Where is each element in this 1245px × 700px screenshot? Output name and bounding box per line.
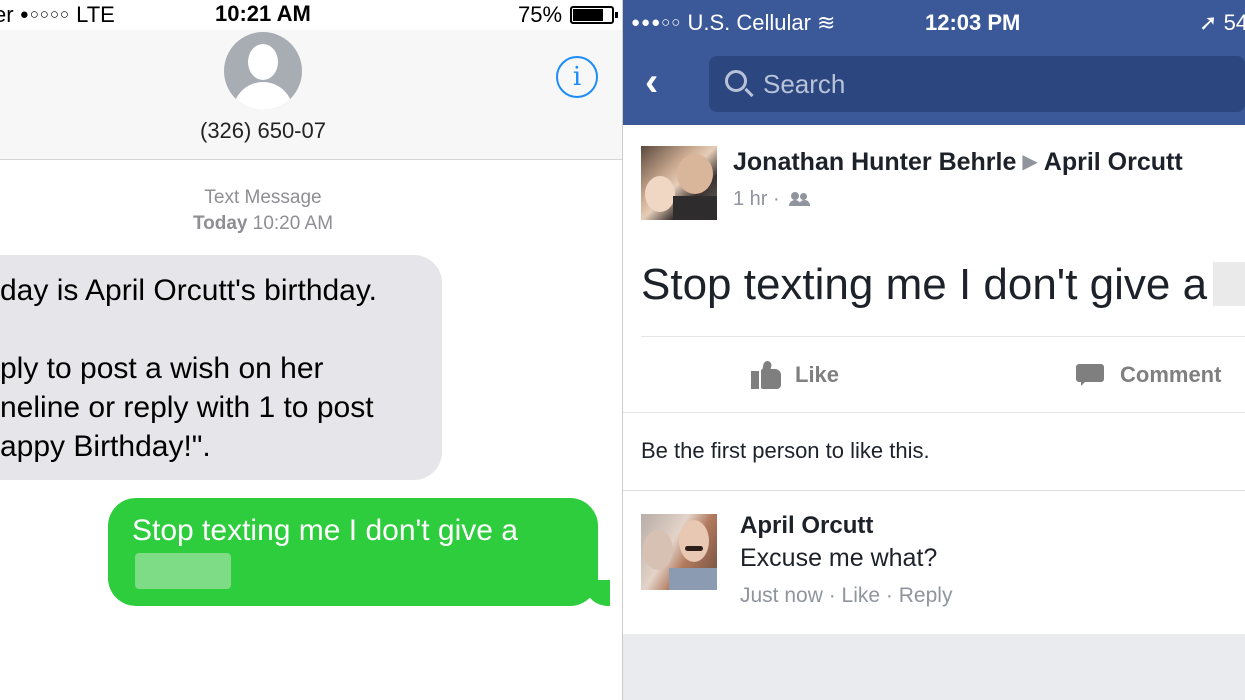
ios-network: LTE xyxy=(76,2,115,27)
likes-summary: Be the first person to like this. xyxy=(641,438,930,463)
contact-avatar[interactable] xyxy=(224,32,302,110)
author-avatar[interactable] xyxy=(641,146,717,220)
ios-signal-icon: ●○○○○ xyxy=(19,6,70,23)
comment-composer-area xyxy=(623,634,1245,700)
post-text: Stop texting me I don't give a xyxy=(641,260,1208,309)
arrow-right-icon: ▶ xyxy=(1022,151,1038,173)
ios-battery-percent: 75% xyxy=(518,2,563,27)
imessage-screen: er ●○○○○ LTE 10:21 AM 75% (326) 650-07 i… xyxy=(0,0,622,700)
message-timestamp: Text Message Today 10:20 AM xyxy=(150,185,376,237)
comment-time[interactable]: Just now xyxy=(740,584,823,607)
comment-text: Excuse me what? xyxy=(740,544,938,572)
outgoing-message-text: Stop texting me I don't give a xyxy=(132,514,518,547)
back-chevron-icon[interactable]: ‹ xyxy=(645,62,677,102)
fb-clock: 12:03 PM xyxy=(925,10,1021,35)
facebook-screen: ●●●○○ U.S. Cellular ≋ 12:03 PM ➚ 54 ‹ Jo… xyxy=(623,0,1245,700)
commenter-avatar[interactable] xyxy=(641,514,717,590)
location-arrow-icon: ➚ xyxy=(1199,10,1218,35)
wifi-icon: ≋ xyxy=(817,10,836,35)
comment-meta: Just now · Like · Reply xyxy=(740,584,953,607)
fb-signal-icon: ●●●○○ xyxy=(631,14,682,31)
incoming-line-blank xyxy=(0,310,418,349)
post-header: Jonathan Hunter Behrle ▶ April Orcutt xyxy=(733,148,1183,177)
facebook-top-bar: ●●●○○ U.S. Cellular ≋ 12:03 PM ➚ 54 ‹ xyxy=(623,0,1245,125)
comment-label: Comment xyxy=(1120,362,1222,387)
conversation-header: (326) 650-07 i xyxy=(0,30,622,160)
post-meta: 1 hr · xyxy=(733,188,811,211)
ios-carrier-name: er xyxy=(0,2,14,27)
fb-carrier-name: U.S. Cellular xyxy=(687,10,811,35)
fb-status-bar: ●●●○○ U.S. Cellular ≋ 12:03 PM ➚ 54 xyxy=(623,0,1245,44)
fb-carrier: ●●●○○ U.S. Cellular ≋ xyxy=(631,10,835,36)
thumbs-up-icon xyxy=(751,360,781,389)
search-input[interactable] xyxy=(763,66,1223,102)
comment-button[interactable]: Comment xyxy=(1076,355,1221,395)
like-button[interactable]: Like xyxy=(751,355,839,395)
incoming-line: day is April Orcutt's birthday. xyxy=(0,274,377,307)
search-icon xyxy=(725,70,747,92)
author-name-link[interactable]: Jonathan Hunter Behrle xyxy=(733,148,1016,176)
censored-word xyxy=(1213,262,1245,306)
incoming-line: appy Birthday!". xyxy=(0,430,211,463)
comment-like-link[interactable]: Like xyxy=(842,584,881,607)
contact-number[interactable]: (326) 650-07 xyxy=(150,118,376,144)
ios-carrier: er ●○○○○ LTE xyxy=(0,2,115,28)
battery-icon xyxy=(570,6,618,24)
bubble-tail xyxy=(584,580,610,606)
ios-clock: 10:21 AM xyxy=(215,1,311,26)
message-time: 10:20 AM xyxy=(252,213,334,234)
commenter-name[interactable]: April Orcutt xyxy=(740,512,873,540)
outgoing-message-bubble[interactable]: Stop texting me I don't give a xyxy=(108,498,610,606)
fb-battery-area: ➚ 54 xyxy=(1199,10,1245,36)
comment-icon xyxy=(1076,364,1104,386)
target-name-link[interactable]: April Orcutt xyxy=(1044,148,1183,176)
message-day: Today xyxy=(192,213,248,234)
incoming-message-bubble[interactable]: day is April Orcutt's birthday. ply to p… xyxy=(0,255,442,480)
search-bar[interactable] xyxy=(709,56,1245,112)
censored-word xyxy=(135,553,231,589)
divider xyxy=(641,336,1245,337)
fb-battery-percent: 54 xyxy=(1223,10,1245,35)
info-icon[interactable]: i xyxy=(556,56,598,98)
comment-reply-link[interactable]: Reply xyxy=(899,584,953,607)
incoming-line: neline or reply with 1 to post xyxy=(0,391,374,424)
friends-audience-icon[interactable] xyxy=(789,192,811,206)
message-type-label: Text Message xyxy=(204,187,322,208)
incoming-line: ply to post a wish on her xyxy=(0,352,324,385)
ios-status-bar: er ●○○○○ LTE 10:21 AM 75% xyxy=(0,0,622,30)
divider xyxy=(623,490,1245,491)
post-time[interactable]: 1 hr xyxy=(733,188,767,210)
divider xyxy=(623,412,1245,413)
like-label: Like xyxy=(795,362,840,387)
